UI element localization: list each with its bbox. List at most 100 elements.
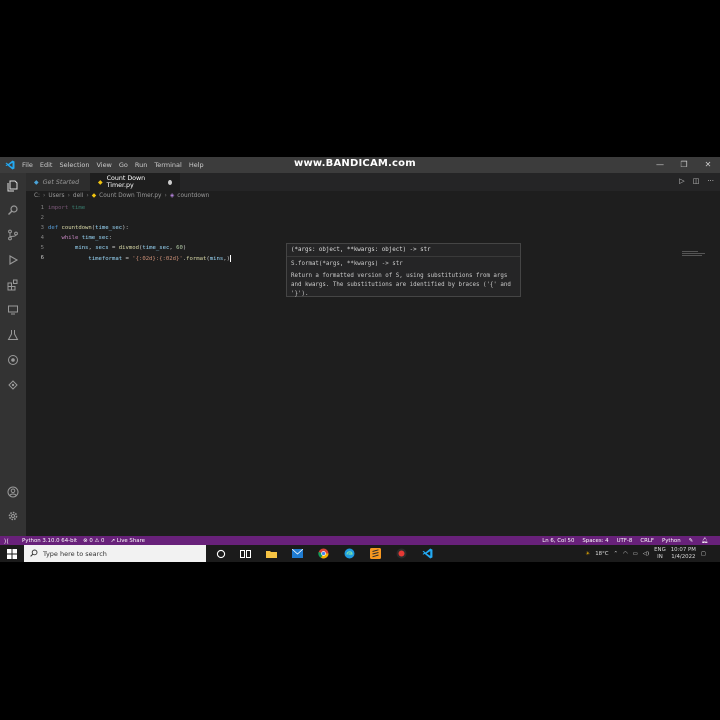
tab-label: Count Down Timer.py <box>106 175 146 189</box>
testing-icon[interactable] <box>6 328 20 342</box>
code-token: secs <box>95 245 109 251</box>
weather-temp[interactable]: 18°C <box>595 551 608 557</box>
line-number: 1 <box>40 205 44 211</box>
language-line: ENG <box>654 546 666 553</box>
python-interpreter[interactable]: Python 3.10.0 64-bit <box>22 538 77 544</box>
live-share-button[interactable]: ↗ Live Share <box>110 538 145 544</box>
indentation[interactable]: Spaces: 4 <box>582 538 608 544</box>
signature-detail: S.format(*args, **kwargs) -> str <box>291 261 403 267</box>
remote-icon[interactable]: ⟩⟨ <box>4 538 9 545</box>
code-token: '{:02d}:{:02d}' <box>132 255 183 262</box>
more-actions-icon[interactable]: ··· <box>707 177 714 185</box>
split-editor-icon[interactable]: ◫ <box>693 177 700 185</box>
code-token: format <box>186 255 207 262</box>
code-token: time_sec <box>95 225 123 231</box>
python-file-icon: ◆ <box>98 178 103 186</box>
menu-file[interactable]: File <box>22 157 33 173</box>
close-button[interactable]: ✕ <box>696 157 720 173</box>
task-view-icon[interactable] <box>239 547 252 560</box>
bandicam-watermark: www.BANDICAM.com <box>294 158 416 169</box>
mail-icon[interactable] <box>291 547 304 560</box>
clock[interactable]: 10:07 PM 1/4/2022 <box>671 547 696 561</box>
explorer-icon[interactable] <box>6 179 20 193</box>
code-editor[interactable]: 1 import time 2 3 def countdown(time_sec… <box>26 203 720 523</box>
menu-edit[interactable]: Edit <box>40 157 53 173</box>
live-share-icon[interactable] <box>6 353 20 367</box>
battery-icon[interactable]: ▭ <box>633 551 638 557</box>
weather-sun-icon: ☀ <box>585 550 591 557</box>
function-symbol-icon: ◈ <box>169 193 175 199</box>
code-line: 1 import time <box>26 203 720 213</box>
end-of-line[interactable]: CRLF <box>640 538 654 544</box>
problems-indicator[interactable]: ⊗ 0 ⚠ 0 <box>83 538 104 544</box>
chevron-right-icon: › <box>43 193 46 199</box>
vscode-taskbar-icon[interactable] <box>421 547 434 560</box>
volume-icon[interactable]: ◁) <box>643 551 649 557</box>
minimap-line <box>682 253 706 254</box>
bandicam-icon[interactable] <box>395 547 408 560</box>
source-control-icon[interactable] <box>6 228 20 242</box>
menu-run[interactable]: Run <box>135 157 147 173</box>
line-number: 6 <box>40 255 44 261</box>
run-file-icon[interactable]: ▷ <box>679 177 684 185</box>
python-icon[interactable] <box>6 378 20 392</box>
settings-gear-icon[interactable] <box>6 509 20 523</box>
menu-terminal[interactable]: Terminal <box>154 157 181 173</box>
window-controls: — ❐ ✕ <box>648 157 720 173</box>
tab-count-down-timer[interactable]: ◆ Count Down Timer.py <box>90 173 180 191</box>
search-icon[interactable] <box>6 203 20 217</box>
extensions-icon[interactable] <box>6 278 20 292</box>
minimap[interactable] <box>682 251 708 259</box>
clock-time: 10:07 PM <box>670 546 696 553</box>
region-line: IN <box>657 553 663 560</box>
menu-selection[interactable]: Selection <box>59 157 89 173</box>
minimize-button[interactable]: — <box>648 157 672 173</box>
breadcrumb-users[interactable]: Users <box>48 193 64 199</box>
menu-view[interactable]: View <box>96 157 111 173</box>
editor-tabs: ◆ Get Started ◆ Count Down Timer.py <box>26 173 720 191</box>
notifications-bell-icon[interactable]: 🔔︎ <box>701 538 708 544</box>
unsaved-dot-icon[interactable] <box>167 179 172 185</box>
menu-help[interactable]: Help <box>189 157 204 173</box>
line-number: 5 <box>40 245 44 251</box>
breadcrumb-file[interactable]: Count Down Timer.py <box>99 193 161 199</box>
encoding[interactable]: UTF-8 <box>617 538 633 544</box>
account-icon[interactable] <box>6 485 20 499</box>
code-token: = <box>108 245 119 251</box>
code-line-text: while time_sec: <box>48 235 112 241</box>
chevron-up-icon[interactable]: ⌃ <box>614 551 619 557</box>
code-line: 4 while time_sec: <box>26 233 720 243</box>
cortana-icon[interactable] <box>214 547 227 560</box>
search-placeholder: Type here to search <box>43 549 107 558</box>
menu-go[interactable]: Go <box>119 157 128 173</box>
sublime-text-icon[interactable] <box>369 547 382 560</box>
signature-help-popup: (*args: object, **kwargs: object) -> str… <box>286 243 521 297</box>
chevron-right-icon: › <box>86 193 89 199</box>
system-tray: ☀ 18°C ⌃ ◠ ▭ ◁) ENG IN 10:07 PM 1/4/2022… <box>585 545 720 562</box>
code-token: ): <box>122 225 129 231</box>
menu-bar: File Edit Selection View Go Run Terminal… <box>22 157 204 173</box>
taskbar-search-box[interactable]: Type here to search <box>24 545 206 562</box>
remote-explorer-icon[interactable] <box>6 303 20 317</box>
chevron-right-icon: › <box>164 193 167 199</box>
feedback-icon[interactable]: ✎ <box>689 538 694 544</box>
language-mode[interactable]: Python <box>662 538 681 544</box>
code-line-text: timeformat = '{:02d}:{:02d}'.format(mins… <box>48 254 231 262</box>
breadcrumb-dell[interactable]: dell <box>73 193 83 199</box>
maximize-button[interactable]: ❐ <box>672 157 696 173</box>
run-debug-icon[interactable] <box>6 253 20 267</box>
code-token: : <box>108 235 113 241</box>
breadcrumb-drive[interactable]: C: <box>34 193 40 199</box>
code-token: mins <box>74 245 89 251</box>
code-token: def <box>48 225 59 231</box>
notification-center-icon[interactable]: ▢ <box>701 551 706 557</box>
breadcrumb-symbol[interactable]: countdown <box>177 193 209 199</box>
windows-start-icon[interactable] <box>0 545 24 562</box>
file-explorer-icon[interactable] <box>265 547 278 560</box>
cursor-position[interactable]: Ln 6, Col 50 <box>542 538 574 544</box>
edge-icon[interactable] <box>343 547 356 560</box>
wifi-icon[interactable]: ◠ <box>623 551 628 557</box>
chrome-icon[interactable] <box>317 547 330 560</box>
input-language[interactable]: ENG IN <box>654 547 666 561</box>
tab-get-started[interactable]: ◆ Get Started <box>26 173 90 191</box>
